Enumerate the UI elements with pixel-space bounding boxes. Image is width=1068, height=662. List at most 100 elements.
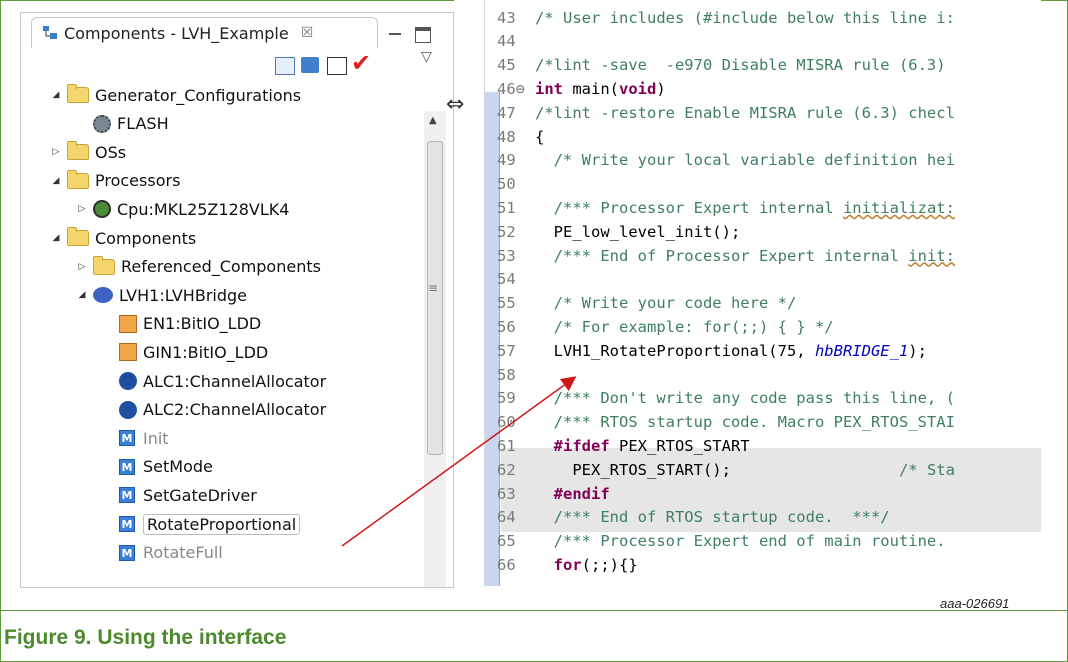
method-icon: M [119,430,135,447]
tree-item[interactable]: M RotateFull [119,539,223,567]
code-line: 44 [495,30,535,53]
code-text: /*** RTOS startup code. Macro PEX_RTOS_S… [535,413,955,432]
line-number: 44 [497,32,516,51]
code-token: PEX_RTOS_START [609,436,750,455]
code-line: 52 PE_low_level_init(); [495,220,740,243]
code-text: /*** Processor Expert end of main routin… [535,532,946,551]
code-text: /* For example: for(;;) { } */ [535,317,834,336]
tree-item[interactable]: ▷ OSs [51,138,126,166]
expand-toggle-icon[interactable]: ▷ [77,262,87,272]
properties-icon[interactable] [327,57,347,75]
expand-toggle-icon[interactable]: ◢ [77,290,87,300]
tree-item-label: Init [143,428,169,448]
code-token: (;;){} [581,555,638,574]
shared-component-icon [119,400,137,419]
line-number: 52 [497,222,516,241]
line-number: 51 [497,198,516,217]
tree-item[interactable]: ALC2:ChannelAllocator [119,396,326,424]
tree-item[interactable]: ◢ Generator_Configurations [51,81,301,109]
expand-toggle-icon[interactable]: ◢ [51,233,61,243]
tree-item-label: RotateFull [143,543,223,563]
code-token: PEX_RTOS_START(); [535,460,899,479]
components-tab[interactable]: Components - LVH_Example ☒ [31,17,378,48]
tree-item[interactable]: M RotateProportional [119,510,301,538]
tree-item[interactable]: FLASH [93,110,169,138]
expand-toggle-icon[interactable]: ◢ [51,90,61,100]
folder-icon[interactable] [301,57,319,73]
tree-item[interactable]: ◢ Components [51,224,196,252]
line-number: 46⊖ [497,79,525,98]
code-text: PE_low_level_init(); [535,222,741,241]
code-token: /* Sta [898,460,955,479]
code-token: main( [563,79,619,98]
maximize-icon[interactable] [415,27,431,43]
code-line: 62 PEX_RTOS_START(); /* Sta [495,458,955,481]
expand-toggle-icon[interactable]: ▷ [51,147,61,157]
code-text: /*** Don't write any code pass this line… [535,389,955,408]
close-icon[interactable]: ☒ [301,25,314,41]
tree-item-label: Components [95,228,197,248]
scroll-grip-icon: ≡ [428,281,439,295]
code-text: /*lint -restore Enable MISRA rule (6.3) … [535,103,955,122]
line-number: 50 [497,175,516,194]
processor-icon [93,200,111,219]
splitter[interactable] [454,0,484,586]
code-token: #endif [535,484,610,503]
code-line: 55 /* Write your code here */ [495,292,796,315]
method-icon: M [119,487,135,504]
tree-item[interactable]: GIN1:BitIO_LDD [119,338,268,366]
folder-icon [67,169,89,189]
scroll-thumb[interactable] [427,141,443,455]
folder-icon [93,255,115,275]
minimize-icon[interactable] [389,33,401,37]
view-menu-icon[interactable]: ▽ [421,49,439,65]
line-number: 61 [497,436,516,455]
figure-title: Figure 9. Using the interface [4,626,287,649]
tree-item[interactable]: ◢ LVH1:LVHBridge [77,281,247,309]
component-icon [93,287,113,304]
tree-item-label: Generator_Configurations [95,85,302,105]
check-icon[interactable]: ✔ [351,51,373,75]
code-line: 66 for(;;){} [495,553,638,576]
folder-icon [67,84,89,103]
tree-item[interactable]: ▷ Referenced_Components [77,253,321,281]
code-token: ) [656,79,666,98]
tree-item[interactable]: EN1:BitIO_LDD [119,310,261,338]
code-line: 57 LVH1_RotateProportional(75, hbBRIDGE_… [495,339,927,362]
resize-arrow-icon[interactable]: ⇔ [446,92,464,117]
tree-item-label: GIN1:BitIO_LDD [143,342,269,362]
code-text: #ifdef PEX_RTOS_START [535,437,750,455]
method-icon: M [119,516,135,532]
tree-item[interactable]: M SetGateDriver [119,481,257,509]
collapse-all-icon[interactable] [275,57,295,75]
folder-icon [67,227,89,246]
line-number: 60 [497,413,516,432]
code-line: 46⊖ int main(void) [495,77,666,100]
vertical-scrollbar[interactable]: ▲ ≡ [424,111,446,587]
expand-toggle-icon[interactable]: ▷ [77,204,87,214]
folder-icon [67,141,89,161]
line-number: 56 [497,317,516,336]
tree-item-label: Cpu:MKL25Z128VLK4 [117,199,290,219]
tree-item[interactable]: ALC1:ChannelAllocator [119,367,326,395]
tab-title: Components - LVH_Example [64,23,289,43]
code-line: 64 /*** End of RTOS startup code. ***/ [495,506,890,529]
code-token: LVH1_RotateProportional(75, [535,341,815,360]
code-text: /*lint -save -e970 Disable MISRA rule (6… [535,56,946,75]
code-line: 59 /*** Don't write any code pass this l… [495,387,955,410]
tree-item[interactable]: ▷ Cpu:MKL25Z128VLK4 [77,195,290,223]
scroll-up-icon[interactable]: ▲ [429,115,437,126]
tree-item[interactable]: M SetMode [119,453,213,481]
code-token: int [535,79,563,98]
code-token: for [535,555,582,574]
tree-item[interactable]: M Init [119,424,169,452]
code-editor[interactable]: 43 /* User includes (#include below this … [484,0,1041,586]
tree-item[interactable]: ◢ Processors [51,167,180,195]
line-number: 54 [497,270,516,289]
code-token: initializat: [842,198,955,217]
code-text: LVH1_RotateProportional(75, hbBRIDGE_1); [535,342,927,360]
code-line: 49 /* Write your local variable definiti… [495,149,955,172]
expand-toggle-icon[interactable]: ◢ [51,176,61,186]
code-token: void [619,79,657,98]
code-line: 58 [495,363,535,386]
